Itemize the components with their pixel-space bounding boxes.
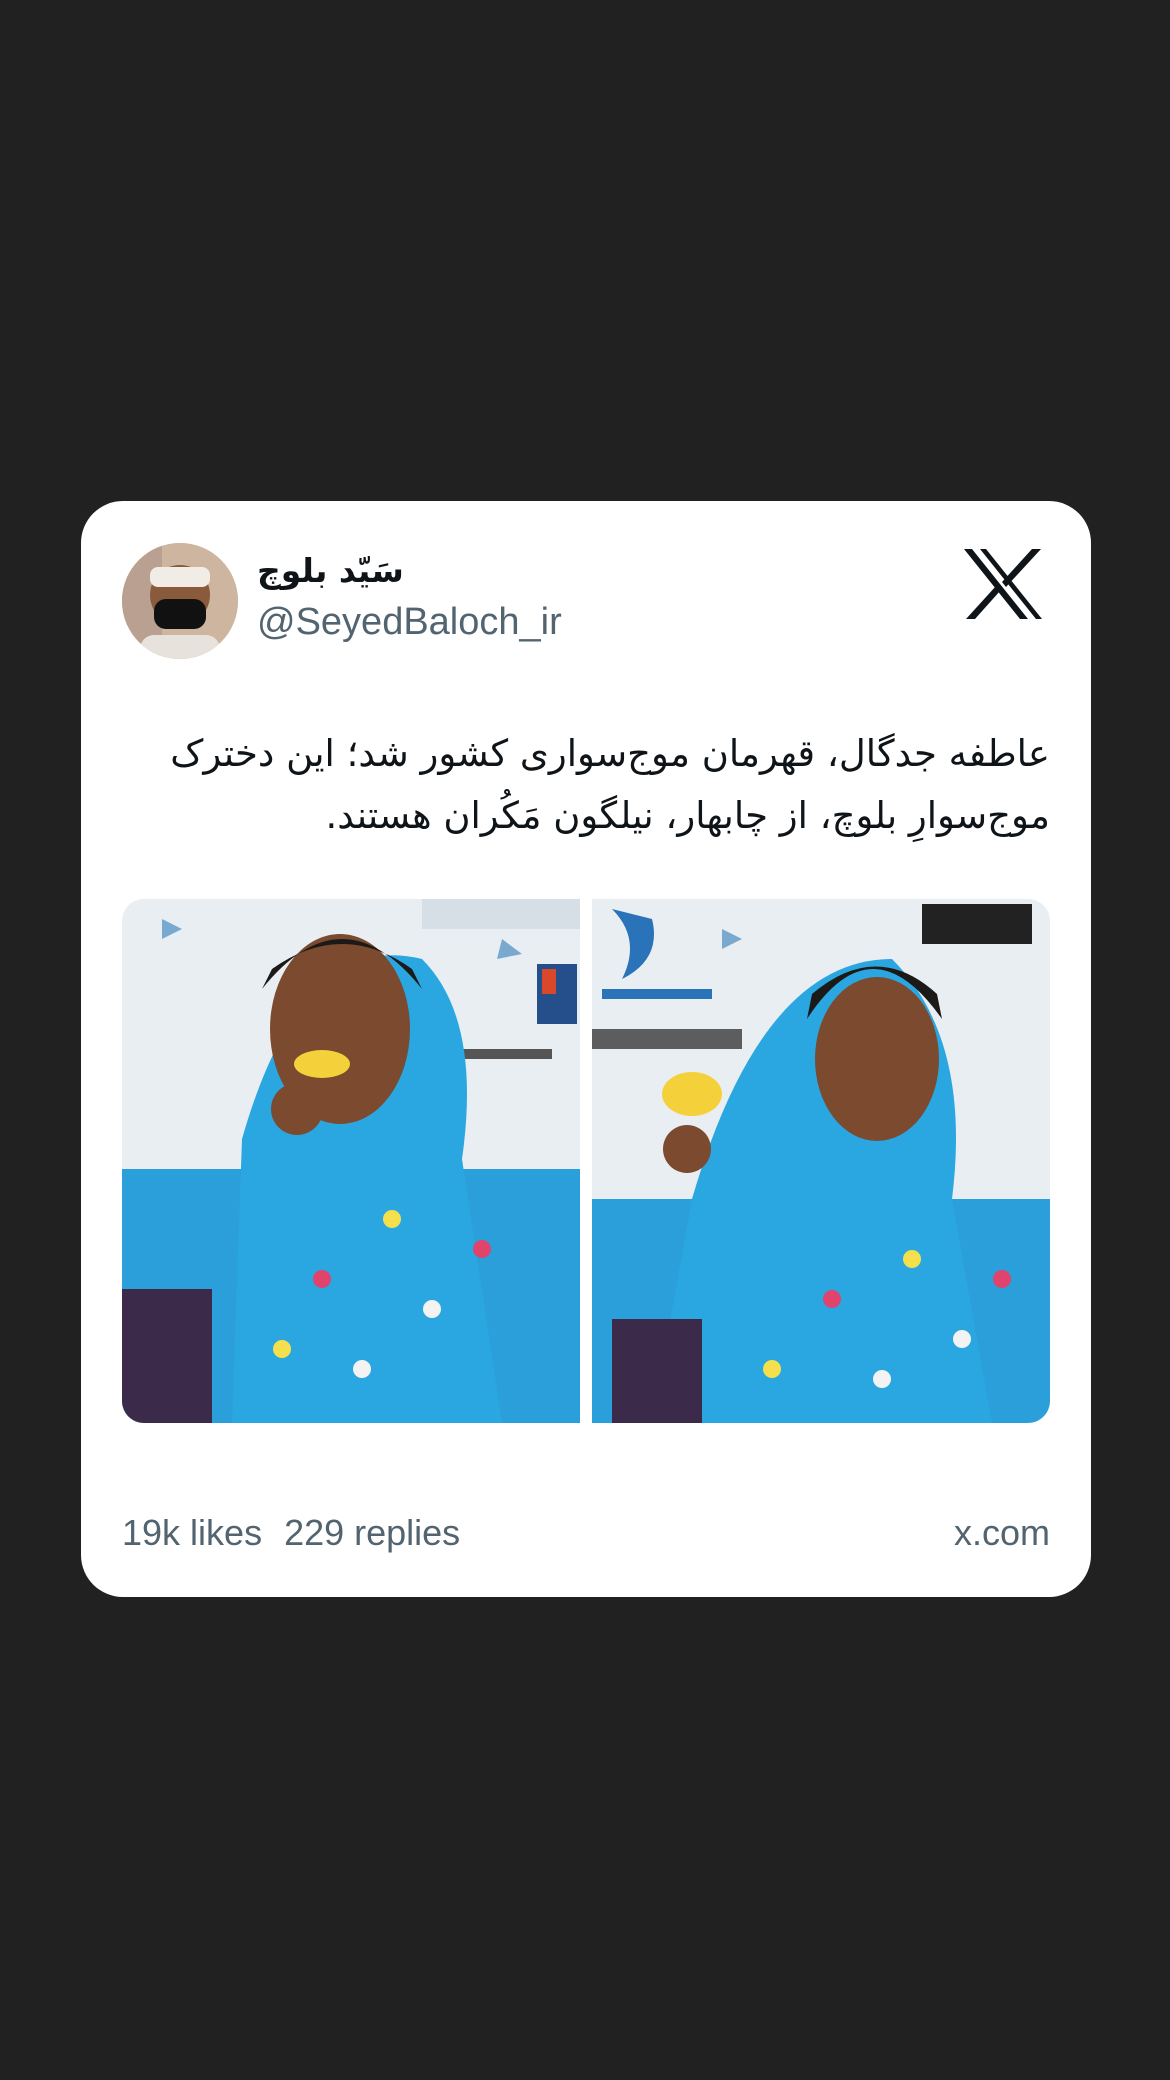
photo-left[interactable] [122,899,580,1423]
tweet-text: عاطفه جدگال، قهرمان موج‌سواری کشور شد؛ ا… [170,732,1050,837]
display-name[interactable]: سَیّد بلوچ [257,551,404,590]
avatar[interactable] [122,543,238,659]
photo-right[interactable] [592,899,1050,1423]
engagement-stats: 19k likes 229 replies [122,1512,460,1554]
x-logo-icon[interactable] [962,547,1044,621]
handle[interactable]: @SeyedBaloch_ir [257,601,562,644]
replies-count[interactable]: 229 replies [284,1512,460,1554]
likes-count[interactable]: 19k likes [122,1512,262,1554]
source-domain[interactable]: x.com [954,1512,1050,1554]
media-grid[interactable] [122,899,1050,1423]
tweet-card[interactable]: سَیّد بلوچ @SeyedBaloch_ir عاطفه جدگال، … [81,501,1091,1597]
